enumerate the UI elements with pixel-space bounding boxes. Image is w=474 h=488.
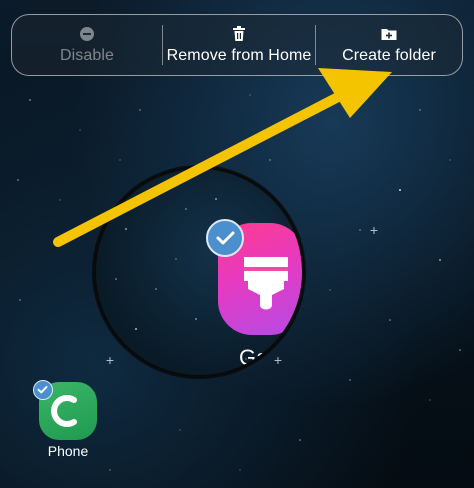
trash-icon [233, 26, 245, 41]
check-icon [37, 386, 48, 394]
selected-check-badge [33, 380, 53, 400]
create-folder-label: Create folder [342, 47, 436, 64]
selected-check-badge [206, 219, 244, 257]
magnifier-circle: Ga [93, 166, 305, 378]
disable-label: Disable [59, 47, 115, 64]
disable-button[interactable]: Disable [12, 15, 162, 75]
drop-target-plus: + [369, 222, 379, 238]
check-icon [216, 231, 235, 245]
gallery-app-label: Ga [239, 345, 269, 370]
remove-from-home-label: Remove from Home [166, 47, 312, 64]
minus-circle-icon [80, 27, 94, 41]
remove-from-home-button[interactable]: Remove from Home [163, 15, 315, 75]
phone-app-label: Phone [47, 443, 89, 459]
folder-plus-icon [381, 29, 397, 40]
app-options-bar: Disable Remove from Home Create folder [11, 14, 463, 76]
create-folder-button[interactable]: Create folder [316, 15, 462, 75]
